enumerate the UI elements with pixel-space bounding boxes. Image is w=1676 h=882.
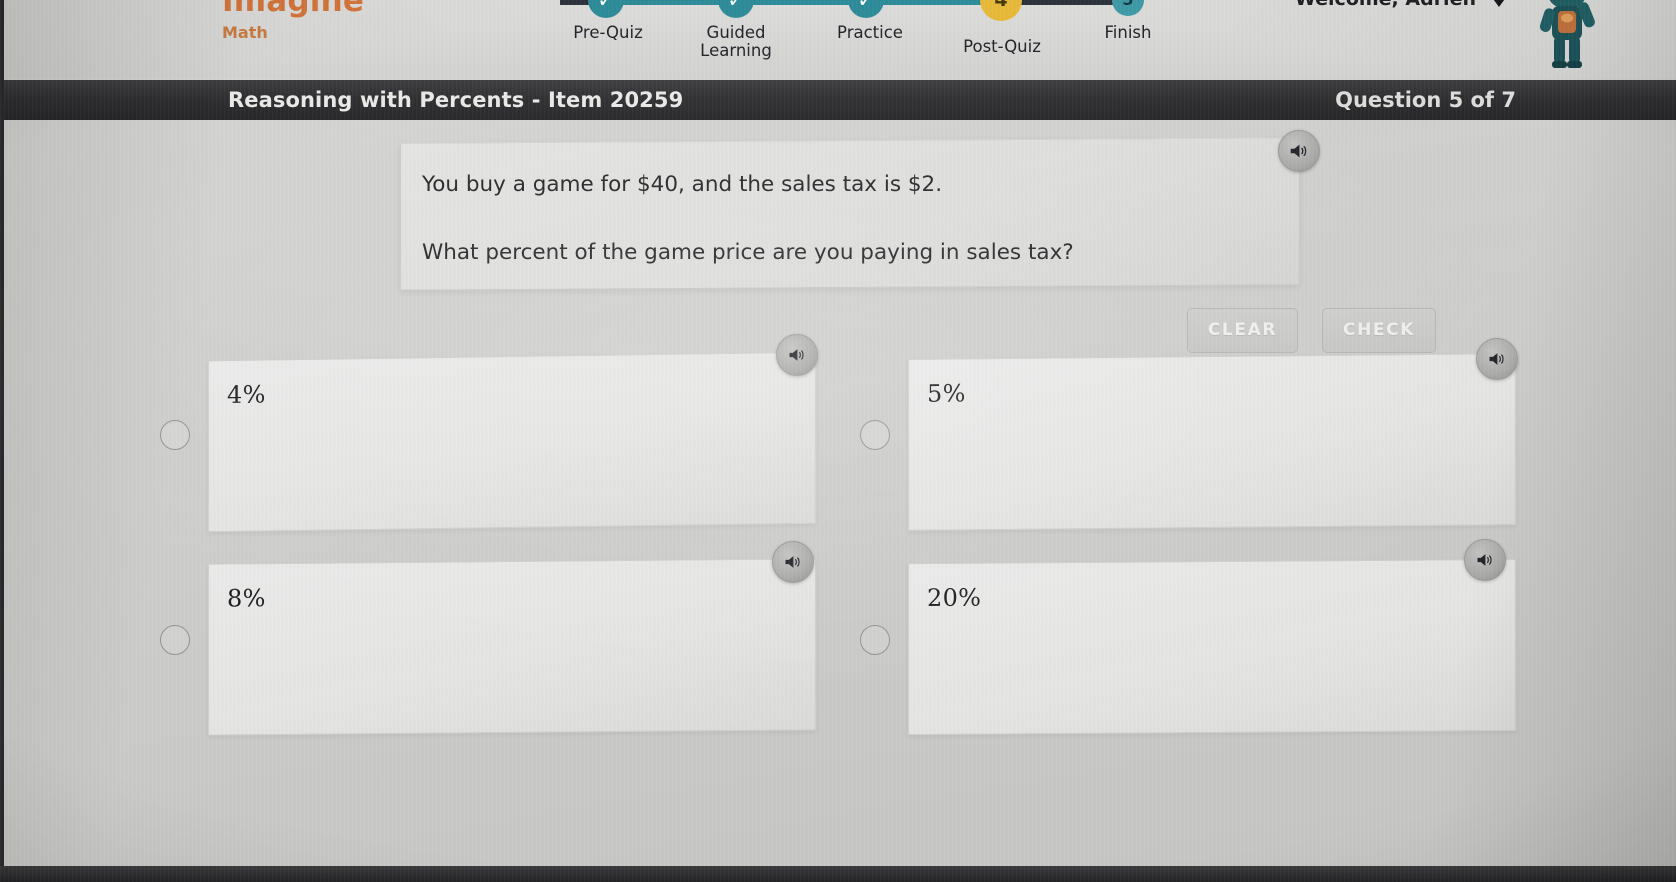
chevron-down-icon — [1488, 0, 1510, 7]
check-icon: ✓ — [727, 0, 745, 11]
speaker-icon[interactable] — [1476, 338, 1518, 380]
answer-card[interactable]: 4% — [208, 351, 816, 533]
radio-button[interactable] — [160, 420, 190, 450]
stepper-node-practice[interactable]: ✓ — [848, 0, 884, 18]
radio-button[interactable] — [160, 625, 190, 655]
progress-stepper: ✓ ✓ ✓ 4 5 Pre-Quiz Guided Learning Pract… — [560, 0, 1200, 62]
stepper-track-3 — [866, 0, 998, 5]
step-number: 5 — [1122, 0, 1133, 8]
avatar[interactable] — [1528, 0, 1606, 70]
answer-option-2[interactable]: 5% — [860, 338, 1560, 538]
stepper-node-finish[interactable]: 5 — [1112, 0, 1144, 16]
answer-options: 4% 5% 8% 20% — [0, 334, 1676, 768]
stepper-label-finish[interactable]: Finish — [1070, 24, 1186, 42]
stepper-node-post-quiz[interactable]: 4 — [980, 0, 1022, 21]
top-bar: Imagine Math ✓ ✓ ✓ 4 5 — [0, 0, 1676, 78]
question-line-2: What percent of the game price are you p… — [422, 239, 1074, 265]
question-counter: Question 5 of 7 — [1335, 88, 1516, 112]
answer-row-top: 4% 5% — [0, 334, 1676, 548]
answer-card[interactable]: 20% — [908, 558, 1516, 736]
speaker-icon[interactable] — [1278, 130, 1320, 172]
answer-card[interactable]: 8% — [208, 558, 816, 736]
clear-button[interactable]: CLEAR — [1186, 308, 1299, 353]
answer-row-bottom: 8% 20% — [0, 539, 1676, 753]
stepper-node-pre-quiz[interactable]: ✓ — [588, 0, 624, 18]
speaker-icon[interactable] — [772, 541, 814, 583]
stepper-label-pre-quiz[interactable]: Pre-Quiz — [546, 24, 670, 42]
answer-card[interactable]: 5% — [908, 353, 1516, 531]
step-number: 4 — [994, 0, 1007, 10]
screen-bezel-left — [0, 0, 4, 882]
screen-bezel-bottom — [0, 866, 1676, 882]
welcome-label: Welcome, Adrien — [1295, 0, 1476, 10]
check-icon: ✓ — [597, 0, 615, 11]
stepper-label-post-quiz[interactable]: Post-Quiz — [940, 38, 1064, 56]
answer-label: 20% — [927, 583, 982, 612]
check-button[interactable]: CHECK — [1322, 308, 1436, 353]
radio-button[interactable] — [860, 420, 890, 450]
speaker-icon[interactable] — [1464, 539, 1506, 581]
page-title: Reasoning with Percents - Item 20259 — [228, 88, 684, 112]
answer-option-4[interactable]: 20% — [860, 539, 1560, 743]
question-content: You buy a game for $40, and the sales ta… — [0, 120, 1676, 866]
answer-option-3[interactable]: 8% — [160, 541, 860, 743]
radio-button[interactable] — [860, 625, 890, 655]
question-line-1: You buy a game for $40, and the sales ta… — [422, 172, 943, 197]
action-buttons: CLEAR CHECK — [1186, 308, 1436, 353]
brand-logo[interactable]: Imagine Math — [222, 0, 364, 41]
answer-label: 5% — [927, 379, 966, 408]
stepper-label-guided-learning[interactable]: Guided Learning — [686, 24, 786, 60]
imagine-math-app: Imagine Math ✓ ✓ ✓ 4 5 — [0, 0, 1676, 882]
user-menu[interactable]: Welcome, Adrien — [1295, 0, 1510, 10]
answer-label: 8% — [227, 584, 266, 613]
question-panel: You buy a game for $40, and the sales ta… — [400, 137, 1300, 291]
brand-subtitle: Math — [222, 23, 268, 42]
stepper-node-guided-learning[interactable]: ✓ — [718, 0, 754, 18]
speaker-icon[interactable] — [776, 334, 818, 376]
answer-option-1[interactable]: 4% — [160, 334, 860, 538]
check-icon: ✓ — [857, 0, 875, 11]
stepper-label-practice[interactable]: Practice — [808, 24, 932, 42]
answer-label: 4% — [227, 380, 266, 409]
brand-name: Imagine — [222, 0, 365, 19]
item-title-bar: Reasoning with Percents - Item 20259 Que… — [0, 80, 1676, 120]
